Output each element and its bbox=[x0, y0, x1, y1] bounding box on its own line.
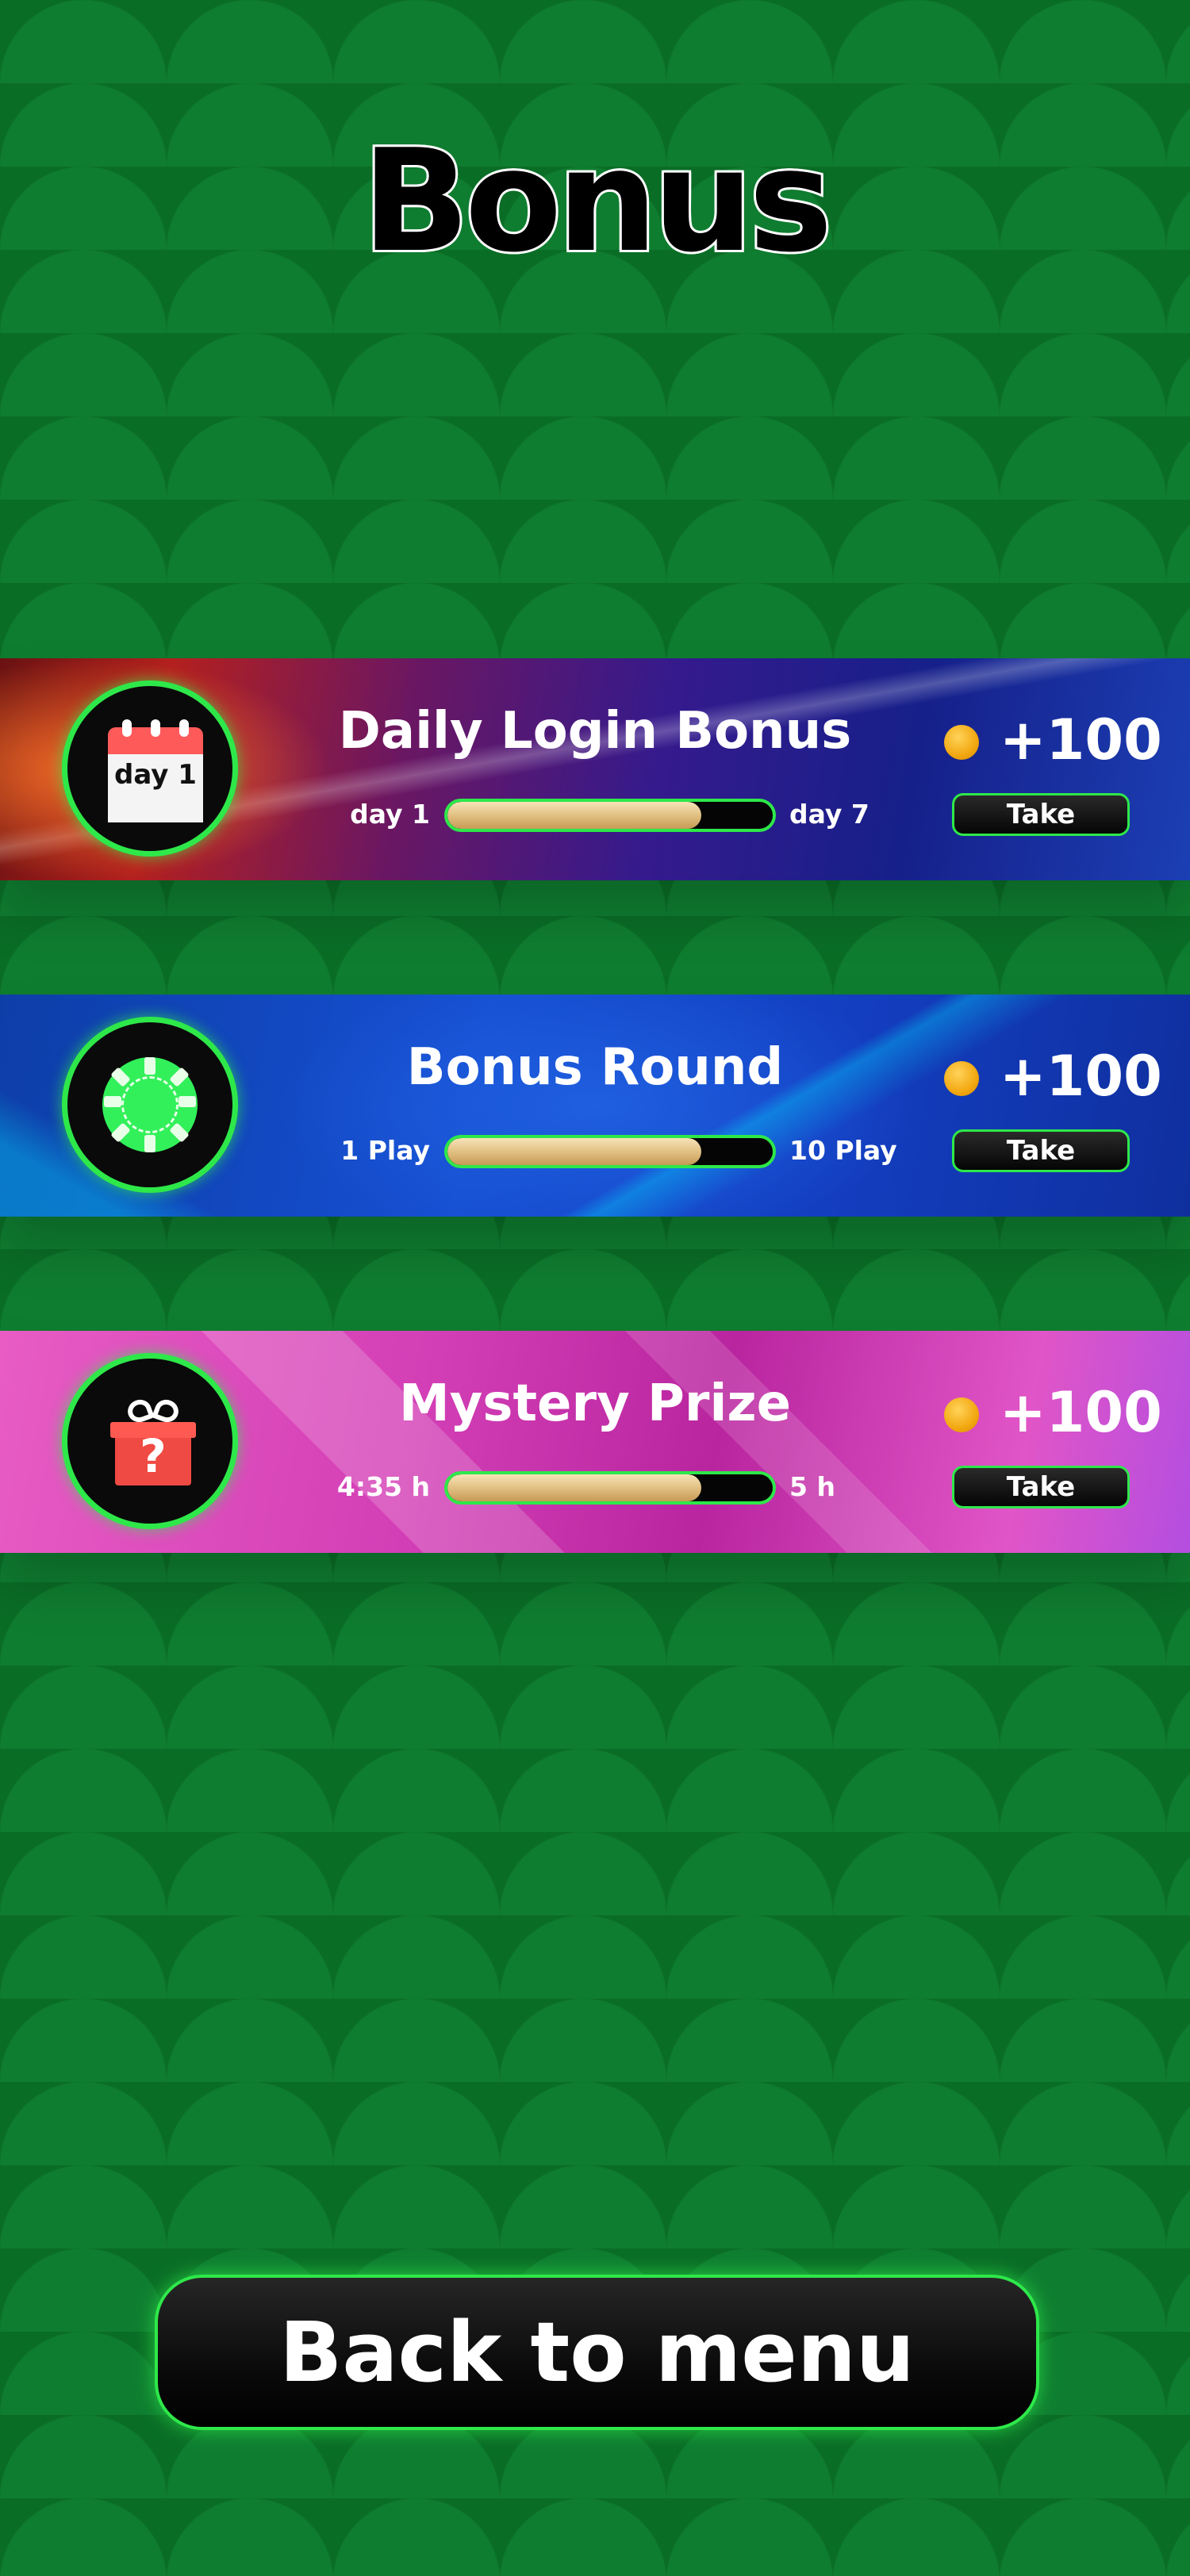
bonus-title: Daily Login Bonus bbox=[338, 702, 852, 761]
progress-max-label: 5 h bbox=[789, 1471, 835, 1502]
reward-amount: +100 bbox=[1000, 1380, 1162, 1445]
coin-icon bbox=[944, 725, 979, 760]
question-mark-label: ? bbox=[140, 1429, 167, 1483]
bonus-title: Mystery Prize bbox=[398, 1374, 792, 1433]
progress-fill bbox=[447, 802, 701, 829]
bonus-icon-badge bbox=[62, 1017, 238, 1193]
bonus-icon-badge: ? bbox=[62, 1353, 238, 1529]
progress-bar bbox=[444, 799, 776, 832]
progress-fill bbox=[447, 1138, 701, 1165]
reward-amount: +100 bbox=[1000, 707, 1162, 772]
progress-min-label: day 1 bbox=[350, 799, 430, 830]
calendar-icon: day 1 bbox=[108, 719, 203, 822]
coin-icon bbox=[944, 1397, 979, 1432]
bonus-title: Bonus Round bbox=[406, 1038, 784, 1097]
reward-amount: +100 bbox=[1000, 1044, 1162, 1109]
back-to-menu-button[interactable]: Back to menu bbox=[155, 2275, 1039, 2430]
take-button[interactable]: Take bbox=[952, 1466, 1130, 1508]
gift-icon: ? bbox=[110, 1396, 196, 1485]
calendar-day-label: day 1 bbox=[114, 759, 197, 791]
coin-icon bbox=[944, 1061, 979, 1096]
take-button[interactable]: Take bbox=[952, 1129, 1130, 1172]
progress-min-label: 4:35 h bbox=[336, 1471, 430, 1502]
daily-login-bonus-card: day 1 Daily Login Bonus day 1 day 7 +100… bbox=[0, 658, 1190, 880]
bonus-round-card: Bonus Round 1 Play 10 Play +100 Take bbox=[0, 995, 1190, 1217]
progress-bar bbox=[444, 1471, 776, 1505]
progress-fill bbox=[447, 1474, 701, 1501]
mystery-prize-card: ? Mystery Prize 4:35 h 5 h +100 Take bbox=[0, 1331, 1190, 1553]
poker-chip-icon bbox=[102, 1057, 198, 1152]
progress-max-label: 10 Play bbox=[789, 1135, 897, 1166]
bonus-icon-badge: day 1 bbox=[62, 680, 238, 857]
take-button[interactable]: Take bbox=[952, 793, 1130, 836]
progress-bar bbox=[444, 1135, 776, 1168]
progress-min-label: 1 Play bbox=[340, 1135, 430, 1166]
page-title: Bonus bbox=[359, 119, 835, 283]
progress-max-label: day 7 bbox=[789, 799, 869, 830]
